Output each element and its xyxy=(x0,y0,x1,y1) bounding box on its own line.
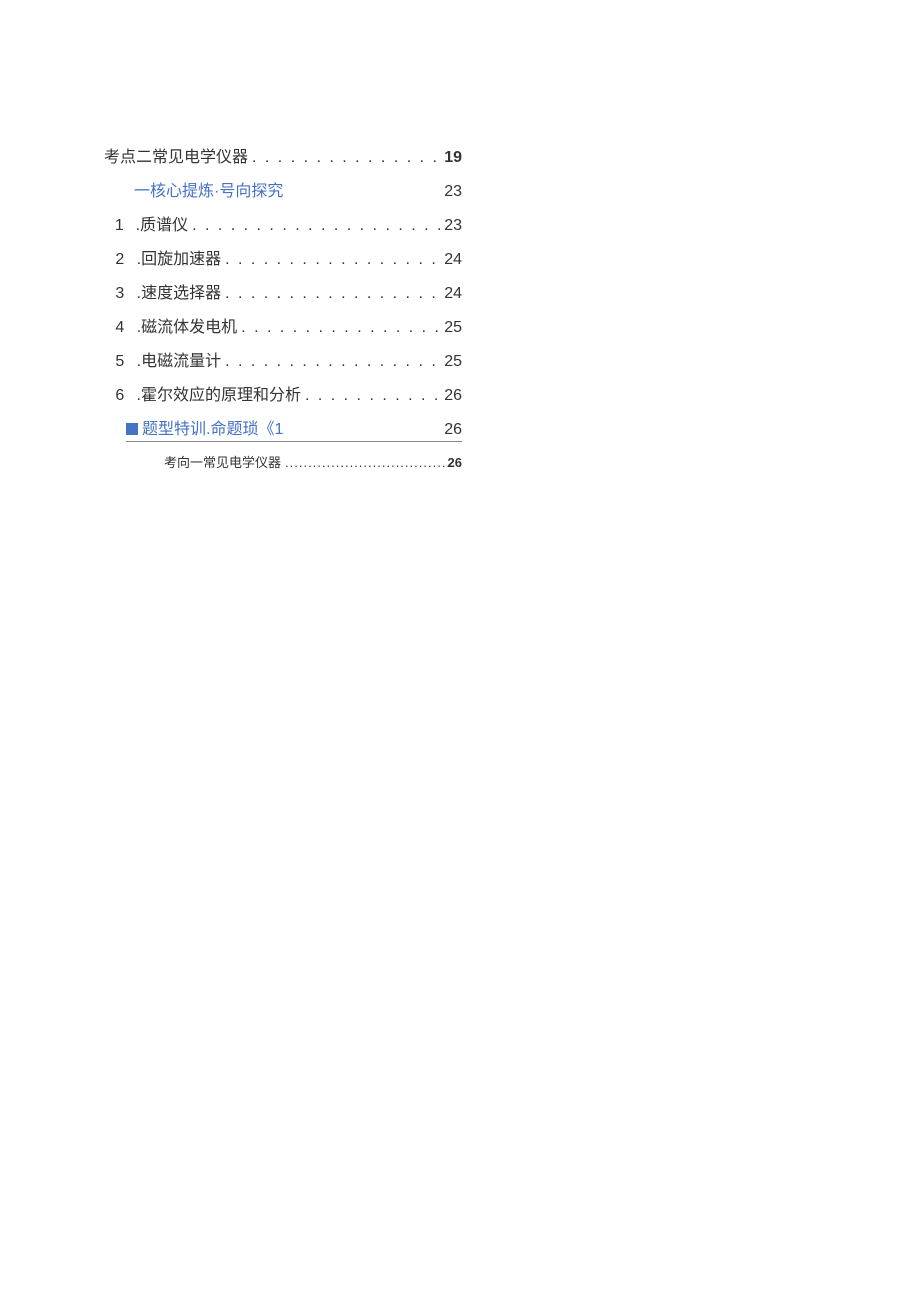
toc-item-4: 4 .磁流体发电机 . . . . . . . . . . . . . . . … xyxy=(113,313,462,337)
toc-dots: . . . . . . . . . . . . . . . . . . . . … xyxy=(248,149,444,167)
toc-dots: . . . . . . . . . . . . . . . . . . . . … xyxy=(221,285,444,303)
toc-item-num: 5 xyxy=(113,353,127,371)
toc-section-a-page: 23 xyxy=(444,183,462,201)
table-of-contents: 考点二常见电学仪器 . . . . . . . . . . . . . . . … xyxy=(104,143,462,471)
toc-item-6: 6 .霍尔效应的原理和分析 . . . . . . . . . . . . . … xyxy=(113,381,462,405)
toc-item-page: 25 xyxy=(444,353,462,371)
square-bullet-icon xyxy=(126,423,138,435)
toc-item-label: .磁流体发电机 xyxy=(137,313,237,337)
toc-item-label: .回旋加速器 xyxy=(137,245,221,269)
toc-item-label: .霍尔效应的原理和分析 xyxy=(137,381,301,405)
toc-dots: . . . . . . . . . . . . . . . . . . . . … xyxy=(237,319,444,337)
toc-item-label: .质谱仪 xyxy=(136,211,188,235)
toc-dots: . . . . . . . . . . . . . . . . xyxy=(301,387,444,405)
toc-section-b: 题型特训. 命题琐《1 26 xyxy=(126,415,462,442)
toc-item-label: .速度选择器 xyxy=(137,279,221,303)
toc-main-page: 19 xyxy=(444,149,462,167)
toc-item-num: 2 xyxy=(113,251,127,269)
toc-item-num: 3 xyxy=(113,285,127,303)
toc-section-b-suffix: 命题琐《1 xyxy=(210,415,283,439)
toc-section-a: 一核心提炼·号向探究 23 xyxy=(134,177,462,201)
toc-item-page: 23 xyxy=(444,217,462,235)
toc-main-label: 考点二常见电学仪器 xyxy=(104,143,248,167)
toc-item-label: .电磁流量计 xyxy=(137,347,221,371)
toc-subitem-label: 考向一常见电学仪器 xyxy=(164,452,281,471)
toc-item-page: 25 xyxy=(444,319,462,337)
toc-item-5: 5 .电磁流量计 . . . . . . . . . . . . . . . .… xyxy=(113,347,462,371)
toc-main-heading: 考点二常见电学仪器 . . . . . . . . . . . . . . . … xyxy=(104,143,462,167)
toc-dots: ........................................… xyxy=(281,455,448,470)
toc-subitem-page: 26 xyxy=(448,455,462,470)
toc-item-page: 24 xyxy=(444,251,462,269)
toc-dots: . . . . . . . . . . . . . . . . . . . . … xyxy=(221,251,444,269)
toc-item-num: 6 xyxy=(113,387,127,405)
toc-section-a-label: 一核心提炼·号向探究 xyxy=(134,177,283,201)
toc-subitem: 考向一常见电学仪器 ..............................… xyxy=(164,452,462,471)
toc-item-1: 1 .质谱仪 . . . . . . . . . . . . . . . . .… xyxy=(113,211,462,235)
toc-item-page: 26 xyxy=(444,387,462,405)
toc-item-num: 4 xyxy=(113,319,127,337)
toc-dots: . . . . . . . . . . . . . . . . . . . . … xyxy=(188,217,444,235)
toc-item-3: 3 .速度选择器 . . . . . . . . . . . . . . . .… xyxy=(113,279,462,303)
toc-section-b-prefix: 题型特训. xyxy=(142,415,210,439)
toc-section-b-page: 26 xyxy=(444,421,462,439)
toc-dots: . . . . . . . . . . . . . . . . . . . . … xyxy=(221,353,444,371)
toc-item-2: 2 .回旋加速器 . . . . . . . . . . . . . . . .… xyxy=(113,245,462,269)
toc-item-page: 24 xyxy=(444,285,462,303)
toc-item-num: 1 xyxy=(113,217,126,235)
